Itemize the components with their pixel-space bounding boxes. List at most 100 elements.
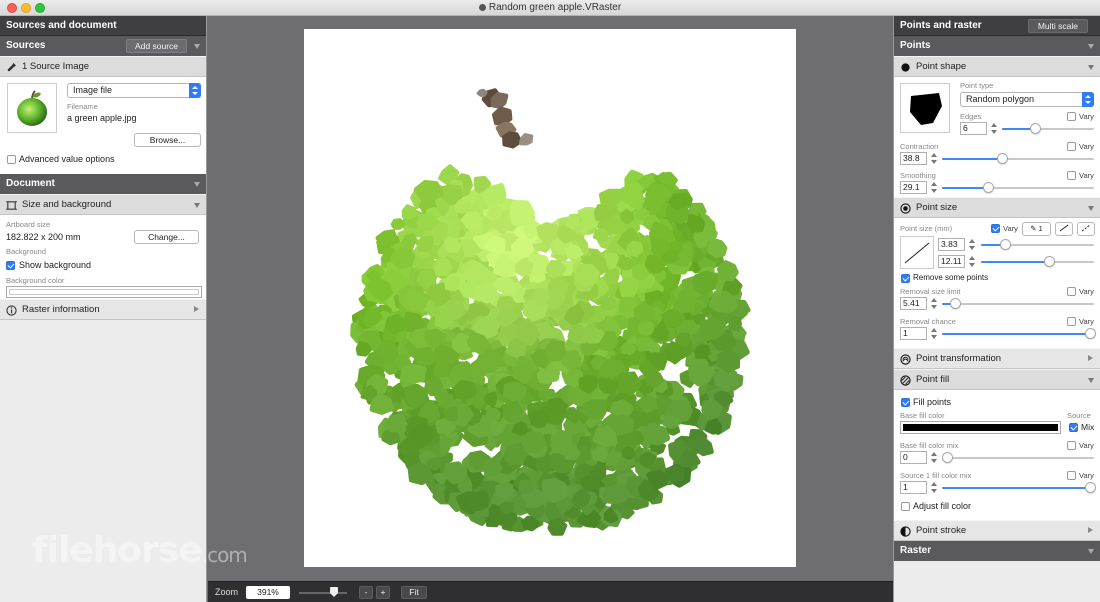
point-blob <box>482 457 503 477</box>
max-size-slider[interactable] <box>981 256 1094 267</box>
edges-field[interactable]: 6 <box>960 122 987 135</box>
base-fill-color-well[interactable] <box>900 421 1061 434</box>
points-header[interactable]: Points <box>894 36 1100 56</box>
contraction-slider[interactable] <box>942 153 1094 164</box>
point-blob <box>369 393 394 415</box>
contraction-stepper[interactable] <box>931 152 937 165</box>
point-blob <box>490 92 509 109</box>
point-blob <box>360 384 378 401</box>
size-background-title: Size and background <box>22 199 112 210</box>
background-color-well[interactable] <box>6 286 202 298</box>
min-size-field[interactable]: 3.83 <box>938 238 965 251</box>
chevron-right-icon[interactable] <box>1088 355 1093 361</box>
sources-header[interactable]: Sources Add source <box>0 36 206 56</box>
chevron-down-icon[interactable] <box>194 44 200 49</box>
contraction-field[interactable]: 38.8 <box>900 152 927 165</box>
point-blob <box>515 320 540 346</box>
chevron-right-icon[interactable] <box>1088 527 1093 533</box>
sources-title: Sources <box>6 40 46 51</box>
point-fill-section[interactable]: Point fill <box>894 369 1100 390</box>
removal-chance-field[interactable]: 1 <box>900 327 927 340</box>
source-mix-field[interactable]: 1 <box>900 481 927 494</box>
advanced-value-checkbox[interactable] <box>7 155 16 164</box>
base-mix-slider[interactable] <box>942 452 1094 463</box>
chevron-down-icon[interactable] <box>1088 44 1094 49</box>
show-background-checkbox[interactable] <box>6 261 15 270</box>
point-type-select[interactable]: Random polygon <box>960 92 1094 107</box>
min-size-stepper[interactable] <box>969 238 975 251</box>
point-shape-section[interactable]: Point shape <box>894 56 1100 77</box>
point-blob <box>431 344 460 368</box>
zoom-slider-track[interactable] <box>299 592 347 594</box>
point-blob <box>598 188 622 209</box>
point-size-vary-checkbox[interactable] <box>991 224 1000 233</box>
edges-slider[interactable] <box>1002 123 1094 134</box>
custom-curve-button[interactable] <box>1077 222 1095 236</box>
base-mix-stepper[interactable] <box>931 451 937 464</box>
source-mix-vary-checkbox[interactable] <box>1067 471 1076 480</box>
removal-chance-vary-checkbox[interactable] <box>1067 317 1076 326</box>
zoom-label: Zoom <box>215 587 239 597</box>
source-mix-slider[interactable] <box>942 482 1096 493</box>
base-mix-field[interactable]: 0 <box>900 451 927 464</box>
raster-information-section[interactable]: Raster information <box>0 299 206 320</box>
mix-checkbox[interactable] <box>1069 423 1078 432</box>
removal-chance-stepper[interactable] <box>931 327 937 340</box>
smoothing-field[interactable]: 29.1 <box>900 181 927 194</box>
removal-chance-slider[interactable] <box>942 328 1096 339</box>
zoom-out-button[interactable]: - <box>359 586 373 599</box>
contraction-vary-checkbox[interactable] <box>1067 142 1076 151</box>
multi-scale-button[interactable]: Multi scale <box>1027 19 1088 33</box>
edges-stepper[interactable] <box>991 122 997 135</box>
base-fill-color-label: Base fill color <box>900 411 945 420</box>
point-transformation-section[interactable]: Point transformation <box>894 348 1100 369</box>
smoothing-vary-checkbox[interactable] <box>1067 171 1076 180</box>
point-stroke-section[interactable]: Point stroke <box>894 520 1100 541</box>
size-background-section[interactable]: Size and background <box>0 194 206 215</box>
base-mix-vary-checkbox[interactable] <box>1067 441 1076 450</box>
chevron-down-icon[interactable] <box>194 203 200 208</box>
point-transformation-title: Point transformation <box>916 353 1002 364</box>
artboard-size-value: 182.822 x 200 mm <box>6 232 81 242</box>
source-type-select[interactable]: Image file <box>67 83 201 98</box>
adjust-fill-checkbox[interactable] <box>901 502 910 511</box>
remove-points-checkbox[interactable] <box>901 274 910 283</box>
smoothing-stepper[interactable] <box>931 181 937 194</box>
source-thumbnail[interactable] <box>7 83 57 133</box>
change-size-button[interactable]: Change... <box>134 230 199 244</box>
zoom-slider-knob[interactable] <box>330 587 338 597</box>
add-source-button[interactable]: Add source <box>126 39 187 53</box>
size-source-button[interactable]: ✎ 1 <box>1022 222 1051 236</box>
min-size-slider[interactable] <box>981 239 1094 250</box>
fill-points-checkbox[interactable] <box>901 398 910 407</box>
raster-header[interactable]: Raster <box>894 541 1100 561</box>
canvas-area[interactable] <box>208 16 893 581</box>
max-size-field[interactable]: 12.11 <box>938 255 965 268</box>
removal-limit-field[interactable]: 5.41 <box>900 297 927 310</box>
point-blob <box>675 332 692 348</box>
artboard[interactable] <box>304 29 796 567</box>
point-blob <box>437 392 455 409</box>
source-image-section[interactable]: 1 Source Image <box>0 56 206 77</box>
smoothing-slider[interactable] <box>942 182 1094 193</box>
zoom-in-button[interactable]: + <box>376 586 390 599</box>
source-mix-stepper[interactable] <box>931 481 937 494</box>
removal-limit-slider[interactable] <box>942 298 1094 309</box>
edges-vary-checkbox[interactable] <box>1067 112 1076 121</box>
removal-limit-stepper[interactable] <box>931 297 937 310</box>
chevron-down-icon[interactable] <box>1088 65 1094 70</box>
zoom-field[interactable]: 391% <box>246 586 290 599</box>
chevron-down-icon[interactable] <box>1088 378 1094 383</box>
chevron-down-icon[interactable] <box>1088 549 1094 554</box>
removal-limit-vary-checkbox[interactable] <box>1067 287 1076 296</box>
chevron-down-icon[interactable] <box>194 182 200 187</box>
document-header[interactable]: Document <box>0 174 206 194</box>
point-size-section[interactable]: Point size <box>894 197 1100 218</box>
point-blob <box>591 446 609 462</box>
chevron-down-icon[interactable] <box>1088 206 1094 211</box>
linear-curve-button[interactable] <box>1055 222 1073 236</box>
zoom-fit-button[interactable]: Fit <box>401 586 427 599</box>
max-size-stepper[interactable] <box>969 255 975 268</box>
browse-button[interactable]: Browse... <box>134 133 201 147</box>
chevron-right-icon[interactable] <box>194 306 199 312</box>
